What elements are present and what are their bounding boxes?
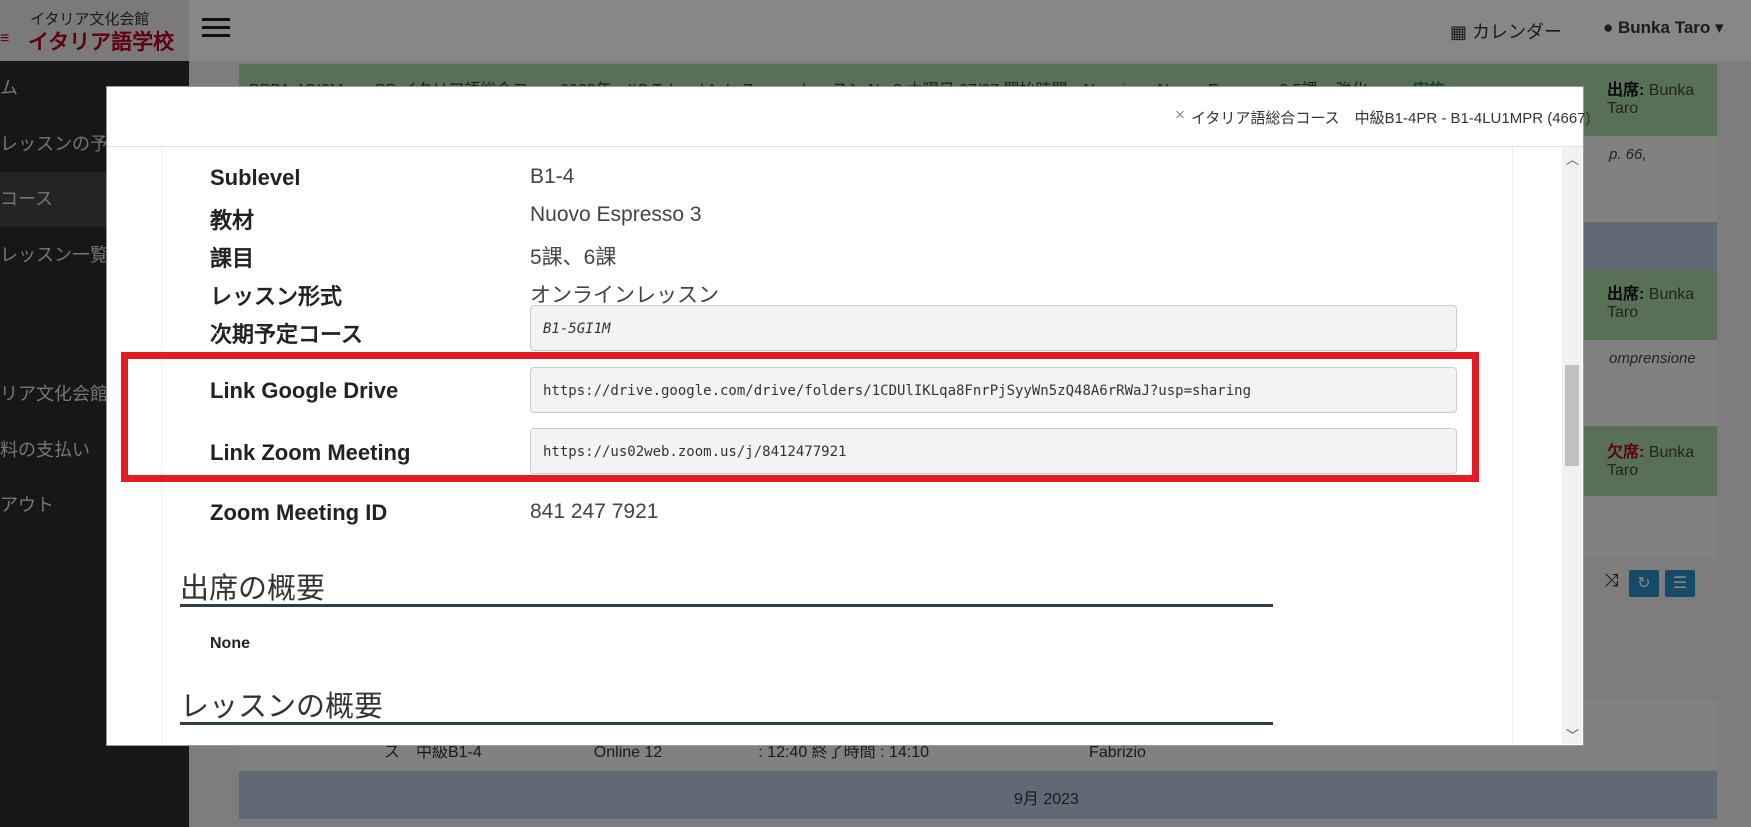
zoom-meeting-id-label: Zoom Meeting ID [210,500,388,525]
section-divider-line [180,722,1273,725]
lessons-value: 5課、6課 [530,246,617,269]
modal-title: イタリア語総合コース 中級B1-4PR - B1-4LU1MPR (4667) [1191,110,1591,127]
zoom-meeting-id-value: 841 247 7921 [530,500,659,523]
sublevel-value: B1-4 [530,165,575,188]
textbook-label: 教材 [210,208,255,233]
scroll-up-icon[interactable]: ︿ [1566,149,1579,168]
close-icon[interactable]: × [1175,105,1185,125]
attendance-summary-value: None [210,635,250,652]
lesson-summary-heading: レッスンの概要 [180,691,384,723]
scroll-down-icon[interactable]: ﹀ [1566,725,1579,744]
sublevel-label: Sublevel [210,165,301,190]
textbook-value: Nuovo Espresso 3 [530,203,702,226]
attendance-summary-heading: 出席の概要 [180,573,326,605]
lessons-label: 課目 [210,246,255,271]
modal-header: × イタリア語総合コース 中級B1-4PR - B1-4LU1MPR (4667… [107,87,1591,147]
next-course-field[interactable]: B1-5GI1M [530,305,1457,351]
lesson-format-label: レッスン形式 [210,284,343,309]
next-course-label: 次期予定コース [210,322,363,347]
modal-scrollbar[interactable]: ︿ ﹀ [1562,147,1582,744]
highlight-box [121,352,1479,482]
scrollbar-thumb[interactable] [1565,365,1579,466]
section-divider-line [180,604,1273,607]
